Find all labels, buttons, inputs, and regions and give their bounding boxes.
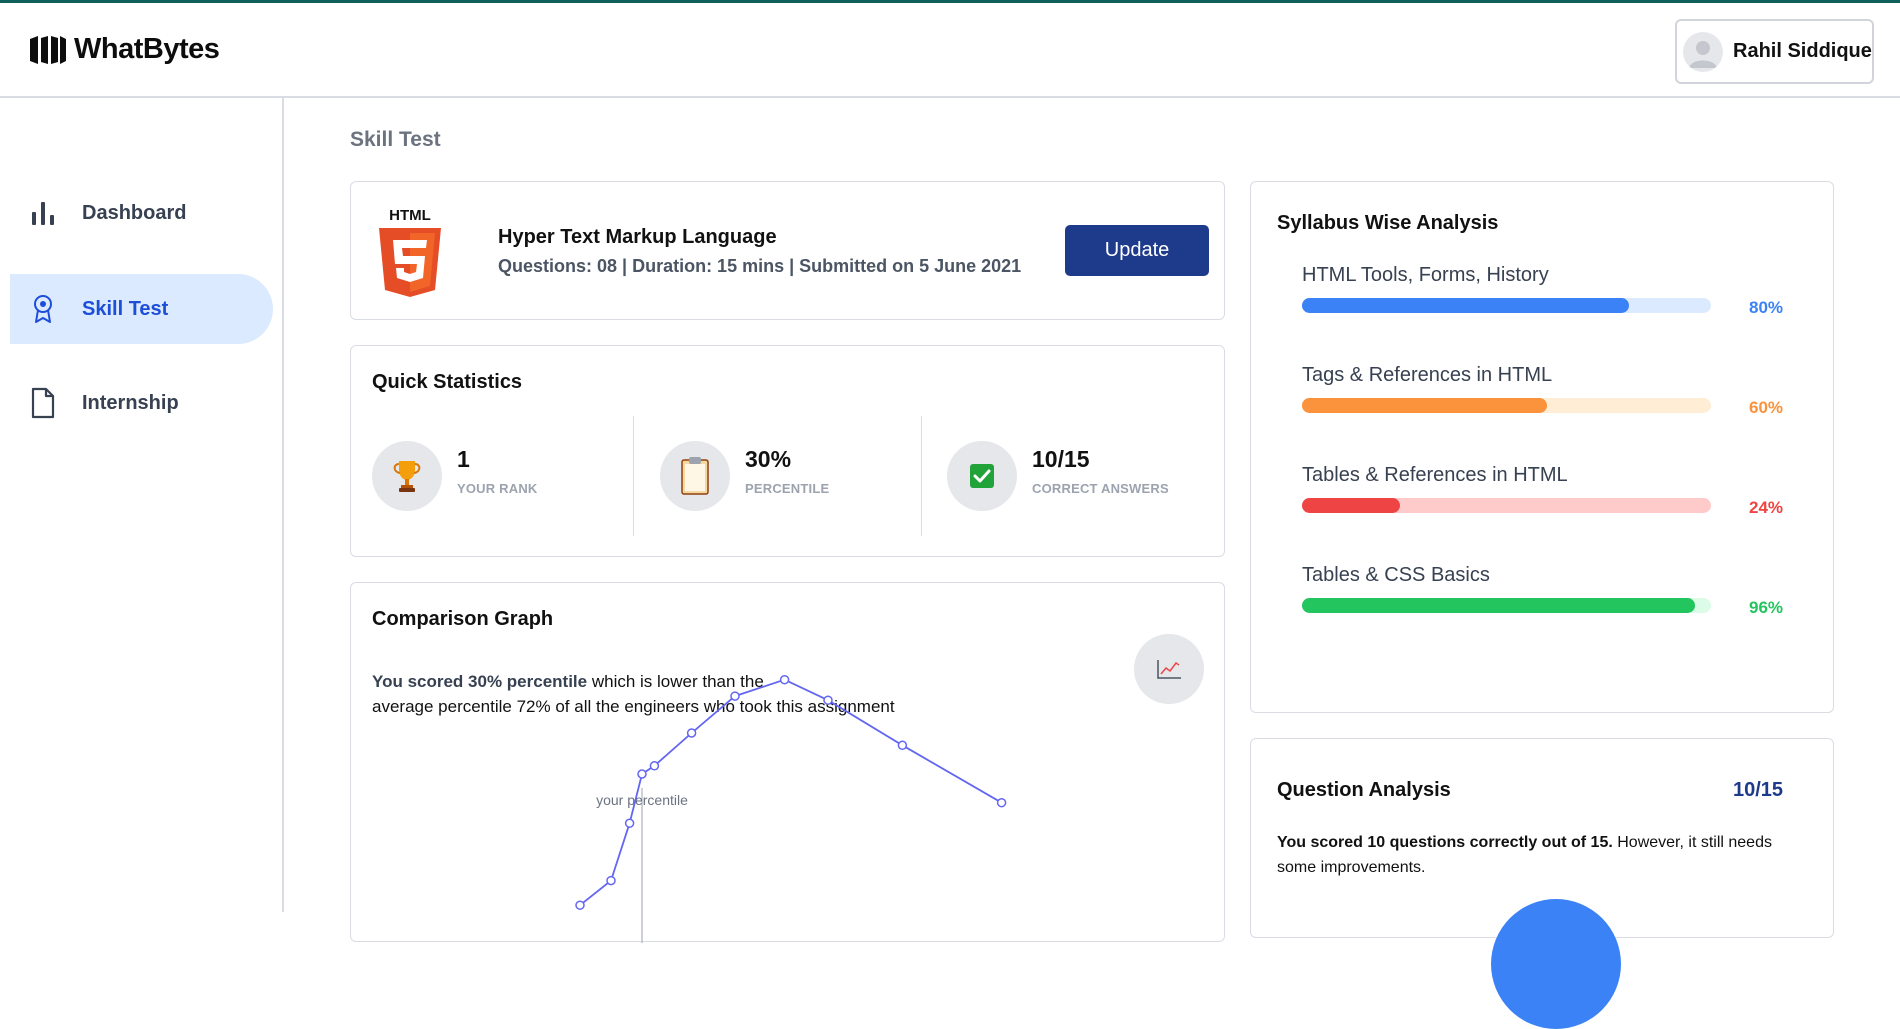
divider [921, 416, 922, 536]
top-header: WhatBytes Rahil Siddique [0, 3, 1900, 98]
question-analysis-donut-chart [1491, 899, 1621, 1029]
user-profile-button[interactable]: Rahil Siddique [1675, 19, 1874, 84]
data-point [779, 674, 790, 685]
quick-statistics-title: Quick Statistics [372, 371, 523, 393]
syllabus-item-name: HTML Tools, Forms, History [1302, 264, 1549, 286]
data-point [996, 797, 1007, 808]
data-point [624, 818, 635, 828]
syllabus-item: HTML Tools, Forms, History 80% [1302, 264, 1784, 334]
sidebar-item-internship[interactable]: Internship [10, 368, 273, 438]
brand-logo[interactable]: WhatBytes [30, 33, 220, 66]
stat-percentile: 30% PERCENTILE [660, 441, 940, 511]
question-analysis-score: 10/15 [1733, 779, 1784, 801]
sidebar: Dashboard Skill Test Internship [0, 98, 284, 912]
sidebar-item-label: Internship [82, 391, 179, 414]
sidebar-item-skill-test[interactable]: Skill Test [10, 274, 273, 344]
test-info-card: HTML Hyper Text Markup Language Question… [350, 181, 1225, 320]
question-analysis-title: Question Analysis [1277, 779, 1451, 801]
question-analysis-card: Question Analysis 10/15 You scored 10 qu… [1250, 738, 1834, 1029]
stat-icon-circle [947, 441, 1017, 511]
question-analysis-text: You scored 10 questions correctly out of… [1277, 830, 1797, 880]
brand-name: WhatBytes [74, 33, 220, 65]
progress-track [1302, 498, 1711, 513]
stat-rank: 1 YOUR RANK [372, 441, 652, 511]
syllabus-item: Tables & References in HTML 24% [1302, 464, 1784, 534]
progress-fill [1302, 498, 1401, 513]
data-point [730, 691, 740, 701]
syllabus-item-percent: 96% [1749, 598, 1784, 617]
correct-answers-label: CORRECT ANSWERS [1032, 481, 1169, 496]
syllabus-item-percent: 60% [1749, 398, 1784, 417]
rank-value: 1 [457, 446, 470, 472]
html-logo-text: HTML [389, 207, 431, 224]
sidebar-item-label: Skill Test [82, 297, 169, 320]
whatbytes-logo-icon [30, 35, 66, 64]
award-ribbon-icon [34, 295, 52, 323]
progress-fill [1302, 298, 1630, 313]
stat-icon-circle [660, 441, 730, 511]
syllabus-item-name: Tags & References in HTML [1302, 364, 1553, 386]
clipboard-icon [681, 457, 709, 495]
test-title: Hyper Text Markup Language [498, 226, 777, 248]
syllabus-analysis-title: Syllabus Wise Analysis [1277, 212, 1499, 234]
test-meta: Questions: 08 | Duration: 15 mins | Subm… [498, 256, 1022, 276]
file-icon [31, 387, 55, 419]
user-avatar-icon [1689, 40, 1717, 68]
divider [633, 416, 634, 536]
quick-statistics-card: Quick Statistics 1 YOUR RANK 30% PERCENT [350, 345, 1225, 557]
data-point [686, 728, 697, 738]
data-point [637, 769, 647, 779]
progress-fill [1302, 398, 1548, 413]
sidebar-item-dashboard[interactable]: Dashboard [10, 178, 273, 248]
percentile-value: 30% [745, 446, 792, 472]
update-button[interactable]: Update [1065, 225, 1209, 276]
question-analysis-bold: You scored 10 questions correctly out of… [1277, 834, 1613, 851]
comparison-line-chart: your percentile [575, 674, 1007, 943]
data-point [649, 761, 660, 771]
percentile-label: PERCENTILE [745, 481, 830, 496]
data-point [897, 740, 908, 751]
data-point [823, 695, 833, 705]
progress-track [1302, 298, 1711, 313]
syllabus-analysis-card: Syllabus Wise Analysis HTML Tools, Forms… [1250, 181, 1834, 713]
syllabus-item-percent: 24% [1749, 498, 1784, 517]
data-point [575, 900, 585, 910]
syllabus-item: Tags & References in HTML 60% [1302, 364, 1784, 434]
progress-fill [1302, 598, 1695, 613]
trophy-icon [393, 461, 421, 492]
your-percentile-annotation: your percentile [596, 792, 688, 808]
correct-answers-value: 10/15 [1032, 446, 1090, 472]
comparison-graph-card: Comparison Graph You scored 30% percenti… [350, 582, 1225, 943]
html5-logo-icon: HTML [379, 207, 441, 297]
page-title: Skill Test [350, 128, 441, 151]
check-box-icon [970, 464, 994, 488]
sidebar-item-label: Dashboard [82, 201, 187, 224]
syllabus-item: Tables & CSS Basics 96% [1302, 564, 1784, 634]
rank-label: YOUR RANK [457, 481, 538, 496]
syllabus-item-name: Tables & References in HTML [1302, 464, 1568, 486]
progress-track [1302, 598, 1711, 613]
bar-chart-icon [32, 202, 54, 225]
stat-correct-answers: 10/15 CORRECT ANSWERS [947, 441, 1227, 511]
progress-track [1302, 398, 1711, 413]
syllabus-item-percent: 80% [1749, 298, 1784, 317]
user-name: Rahil Siddique [1733, 40, 1872, 62]
data-point [606, 875, 616, 886]
stat-icon-circle [372, 441, 442, 511]
syllabus-item-name: Tables & CSS Basics [1302, 564, 1490, 586]
avatar [1683, 31, 1723, 72]
